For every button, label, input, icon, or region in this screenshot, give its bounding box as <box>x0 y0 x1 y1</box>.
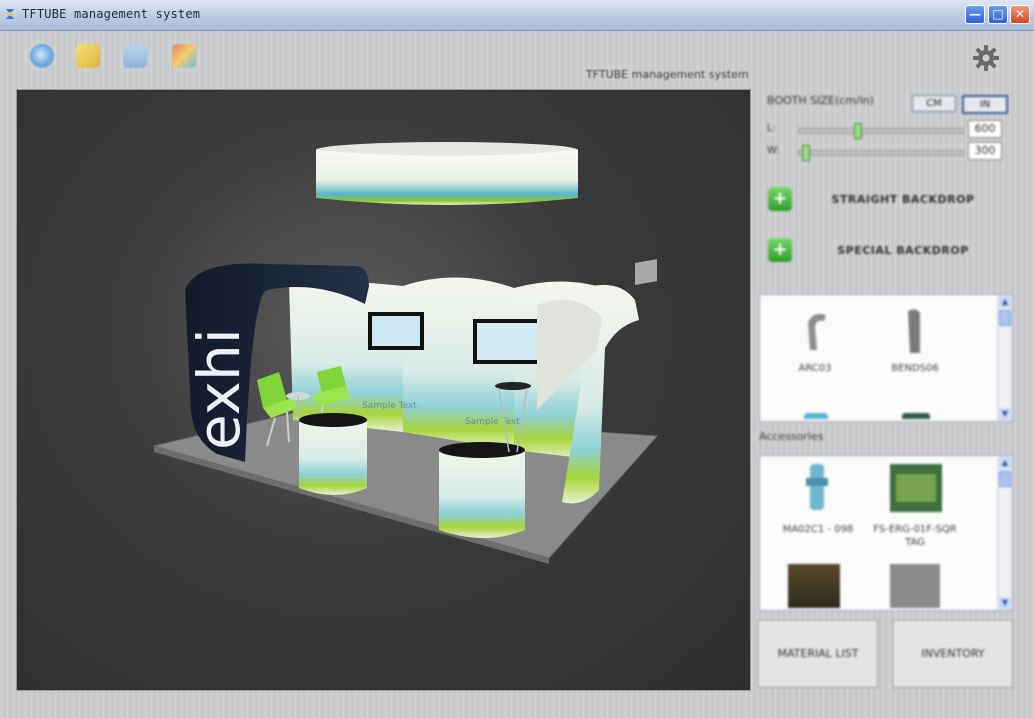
save-icon[interactable] <box>123 44 147 68</box>
list-item[interactable] <box>888 460 944 516</box>
list-item-partial <box>804 413 828 419</box>
sample-text-left: Sample Text <box>362 401 417 411</box>
close-button[interactable]: ✕ <box>1010 5 1030 24</box>
counter-left <box>299 413 367 495</box>
list-item-label-second-line: TAG <box>905 537 925 548</box>
special-backdrop-button[interactable]: + SPECIAL BACKDROP <box>768 238 1008 264</box>
list-item-label: FS-ERG-01F-SQR <box>873 524 957 535</box>
width-input[interactable]: 300 <box>968 142 1002 160</box>
unit-in-button[interactable]: IN <box>962 95 1008 114</box>
accessories-title: Accessories <box>759 430 824 443</box>
chart-icon[interactable] <box>172 44 196 68</box>
scroll-down-icon[interactable]: ▼ <box>999 408 1011 420</box>
list-item-thumbnail-partial <box>788 564 840 608</box>
straight-backdrop-label: STRAIGHT BACKDROP <box>831 193 975 206</box>
title-bar: TFTUBE management system — □ ✕ <box>0 0 1034 31</box>
plus-icon: + <box>768 187 792 211</box>
plus-icon: + <box>768 238 792 262</box>
gear-icon[interactable] <box>972 44 1000 72</box>
arc-backdrop-thumbnail <box>808 314 826 350</box>
system-caption: TFTUBE management system <box>586 68 749 81</box>
list-item-label: BENDS06 <box>891 363 939 374</box>
list-item[interactable] <box>792 462 842 512</box>
straight-backdrop-button[interactable]: + STRAIGHT BACKDROP <box>768 187 1008 213</box>
accessories-list[interactable]: MA02C1 - 098 FS-ERG-01F-SQR TAG ▲ ▼ <box>759 455 1013 611</box>
backdrop-list-scrollbar[interactable]: ▲ ▼ <box>997 295 1012 421</box>
width-slider-handle[interactable] <box>802 145 810 161</box>
booth-scene: Sample Text Sample Text exhi <box>152 142 659 564</box>
app-icon <box>6 9 14 19</box>
scroll-up-icon[interactable]: ▲ <box>999 457 1011 469</box>
stand-thumbnail <box>806 464 828 510</box>
booth-3d-viewport[interactable]: Sample Text Sample Text exhi <box>16 89 751 691</box>
scroll-up-icon[interactable]: ▲ <box>999 296 1011 308</box>
globe-icon[interactable] <box>30 44 54 68</box>
backdrop-list[interactable]: ARC03 BENDS06 ▲ ▼ <box>759 294 1013 422</box>
length-label: L: <box>767 123 776 134</box>
length-slider[interactable] <box>798 123 964 139</box>
length-slider-handle[interactable] <box>854 123 862 139</box>
sample-text-right: Sample Text <box>465 417 520 427</box>
width-label: W: <box>767 145 780 156</box>
list-item-thumbnail-partial <box>890 564 940 608</box>
special-backdrop-label: SPECIAL BACKDROP <box>837 244 969 257</box>
minimize-button[interactable]: — <box>965 5 985 24</box>
length-input[interactable]: 600 <box>968 120 1002 138</box>
bends-backdrop-thumbnail <box>908 309 920 353</box>
scroll-thumb[interactable] <box>999 310 1011 326</box>
folder-icon[interactable] <box>76 44 100 68</box>
list-item[interactable] <box>790 305 840 355</box>
accessories-list-scrollbar[interactable]: ▲ ▼ <box>997 456 1012 610</box>
width-slider[interactable] <box>798 145 964 161</box>
window-title: TFTUBE management system <box>22 7 201 21</box>
scroll-thumb[interactable] <box>999 471 1011 487</box>
list-item-label: ARC03 <box>798 363 832 374</box>
inventory-button[interactable]: INVENTORY <box>893 620 1013 688</box>
booth-size-label: BOOTH SIZE(cm/in) <box>767 94 874 107</box>
scroll-down-icon[interactable]: ▼ <box>999 597 1011 609</box>
list-item[interactable] <box>890 305 940 355</box>
unit-cm-button[interactable]: CM <box>912 95 956 112</box>
counter-right <box>439 442 525 538</box>
material-list-button[interactable]: MATERIAL LIST <box>758 620 878 688</box>
maximize-button[interactable]: □ <box>988 5 1008 24</box>
banner-text: exhi <box>185 328 253 450</box>
list-item-label: MA02C1 - 098 <box>782 524 854 535</box>
list-item-partial <box>902 413 930 419</box>
table-thumbnail <box>890 464 942 512</box>
